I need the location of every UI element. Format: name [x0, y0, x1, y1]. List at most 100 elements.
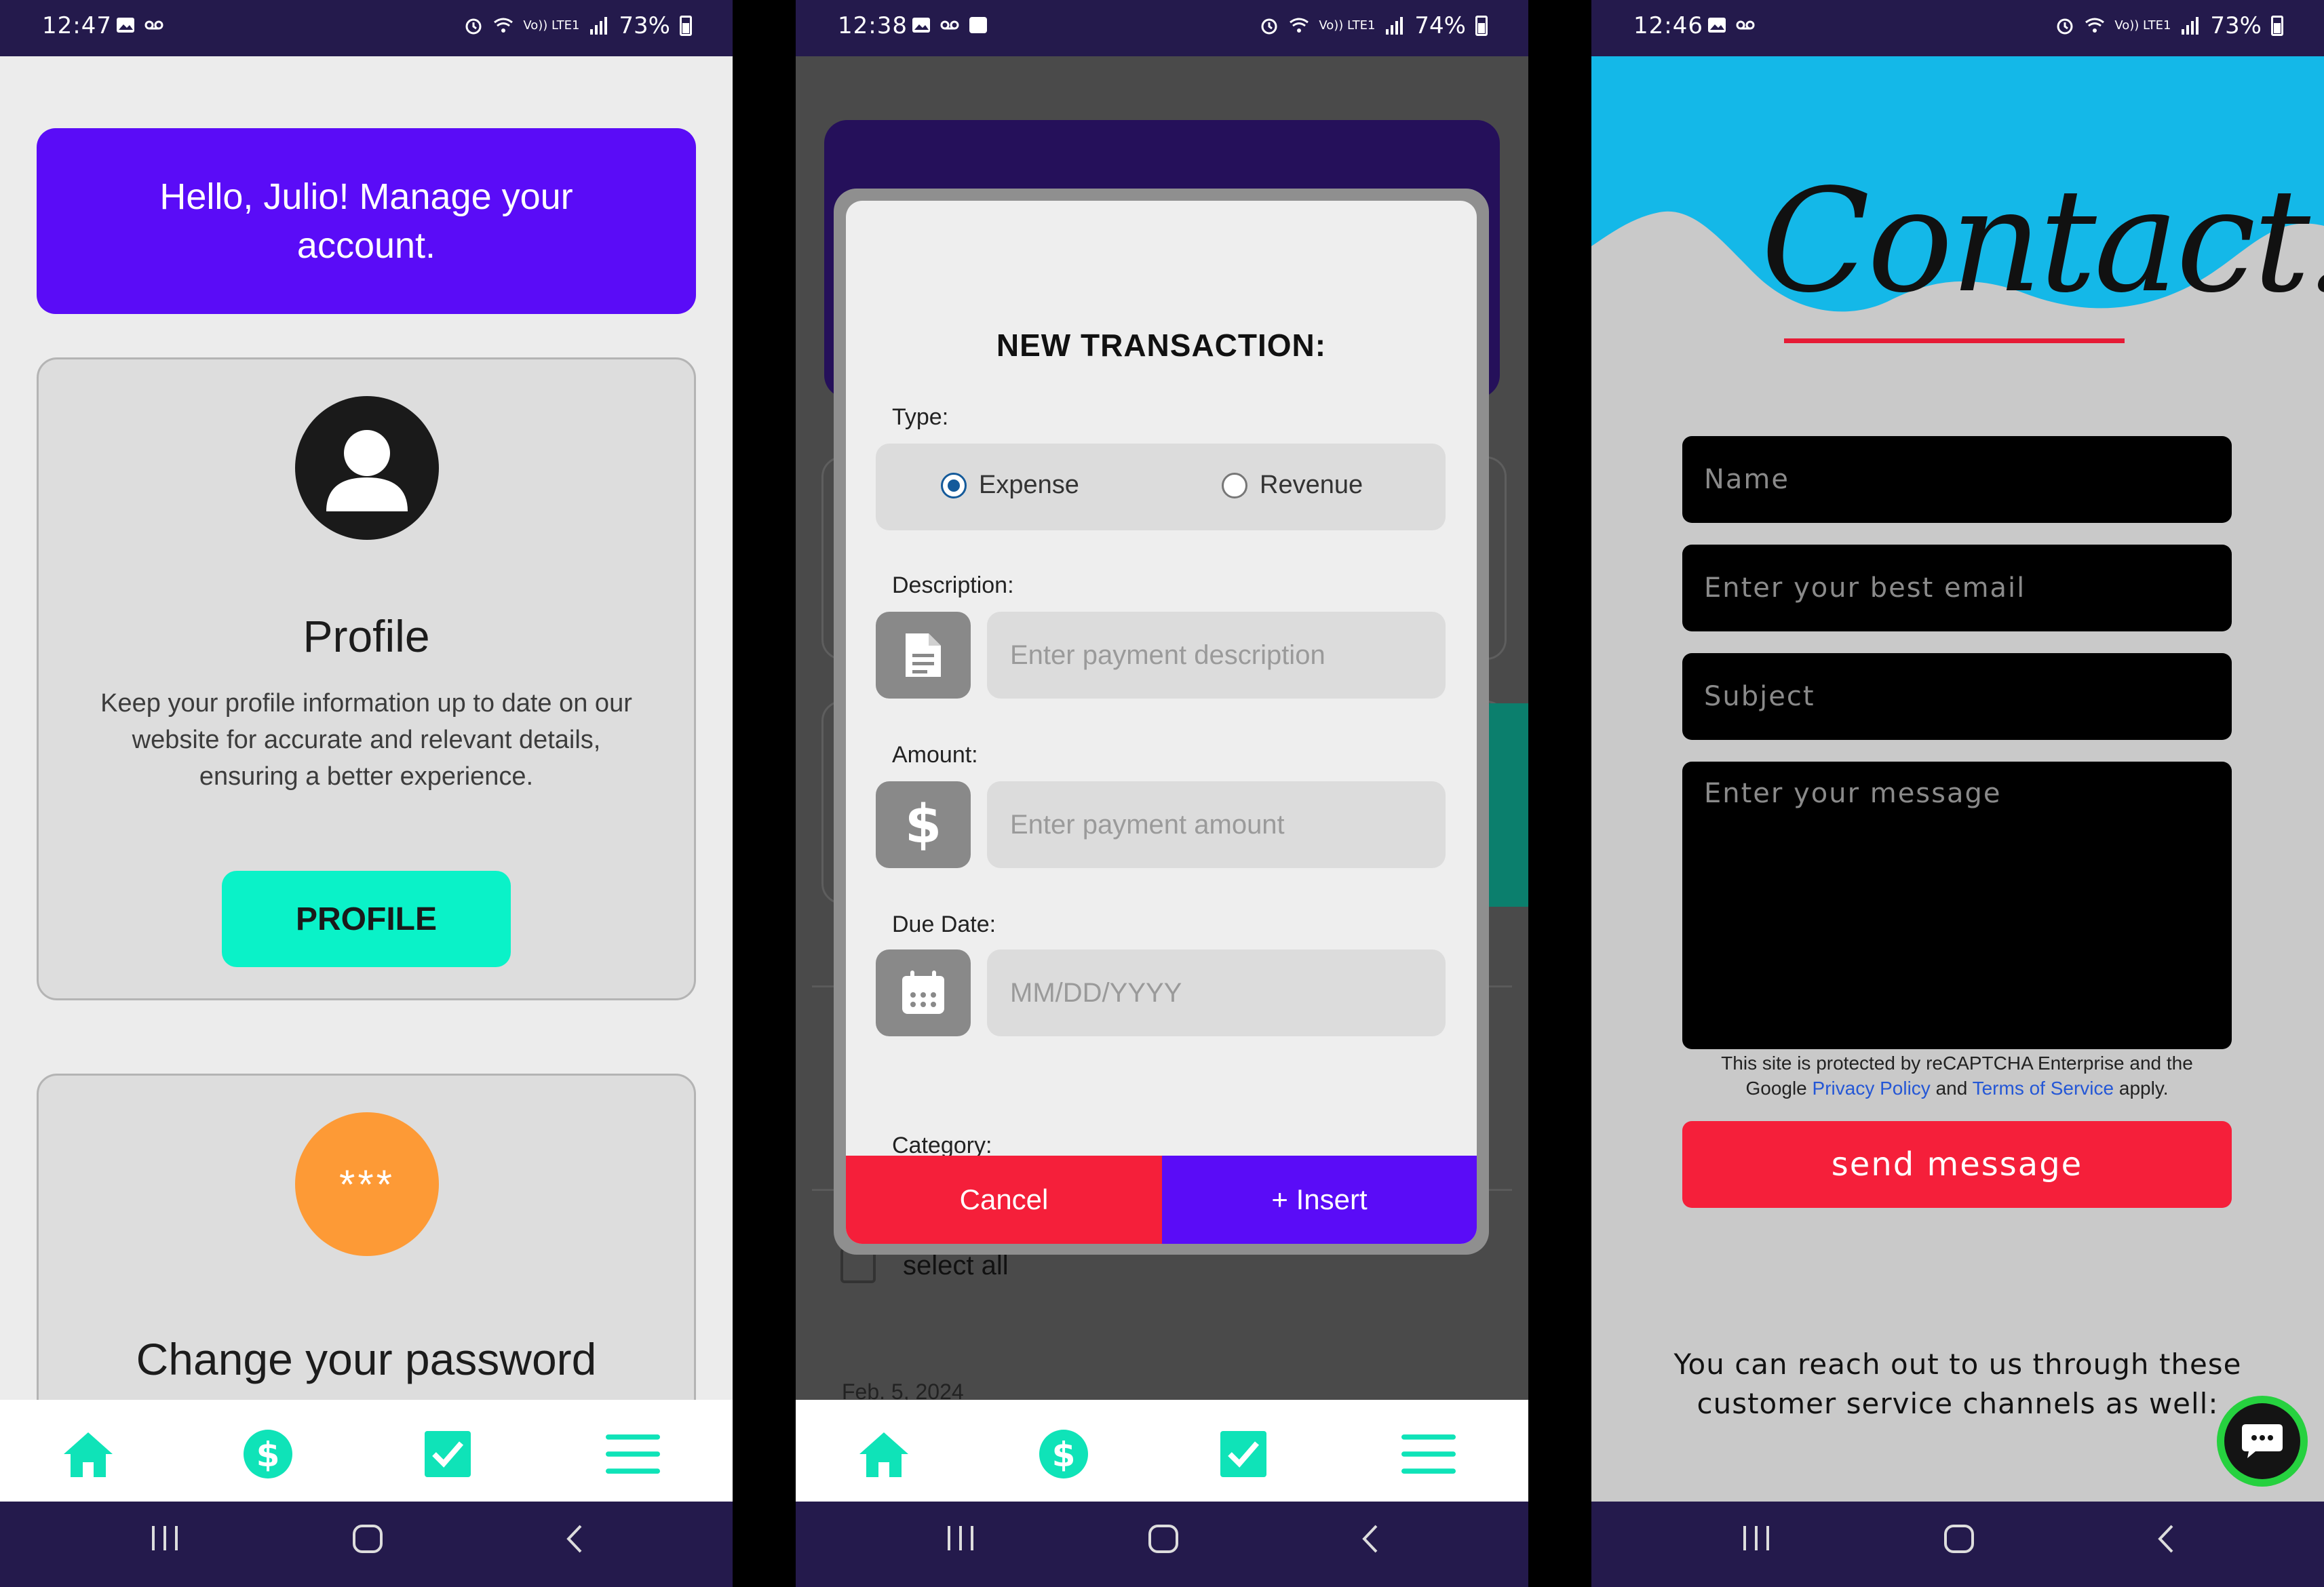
profile-card: Profile Keep your profile information up… [37, 357, 696, 1000]
battery-percent: 73% [2210, 12, 2262, 39]
email-input[interactable] [1682, 545, 2232, 631]
recaptcha-line1: This site is protected by reCAPTCHA Ente… [1721, 1053, 2193, 1074]
tab-finance[interactable]: $ [241, 1427, 295, 1481]
profile-content: Hello, Julio! Manage your account. Profi… [0, 56, 733, 1548]
gallery-icon [117, 18, 134, 33]
recents-icon[interactable] [1741, 1522, 1772, 1553]
status-bar: 12:38 Vo)) LTE1 74% [796, 0, 1528, 56]
status-time: 12:38 [838, 12, 908, 39]
recaptcha-and: and [1935, 1078, 1968, 1099]
status-right: Vo)) LTE1 73% [2055, 12, 2283, 39]
user-icon [295, 396, 439, 540]
due-date-icon-box [876, 949, 971, 1036]
privacy-policy-link[interactable]: Privacy Policy [1813, 1078, 1931, 1099]
tab-tasks[interactable] [1216, 1427, 1271, 1481]
home-nav-icon[interactable] [1147, 1522, 1181, 1556]
radio-revenue-label: Revenue [1260, 471, 1363, 499]
chat-widget-button[interactable] [2217, 1396, 2308, 1487]
svg-text:$: $ [905, 798, 942, 852]
back-icon[interactable] [1356, 1522, 1383, 1556]
radio-expense-dot[interactable] [941, 472, 967, 498]
alarm-icon [2057, 18, 2073, 35]
battery-icon [680, 16, 692, 36]
send-message-button[interactable]: send message [1682, 1121, 2232, 1208]
wifi-icon [1290, 18, 1309, 33]
recaptcha-notice: This site is protected by reCAPTCHA Ente… [1682, 1051, 2232, 1101]
radio-revenue-dot[interactable] [1222, 472, 1247, 498]
alarm-icon [465, 18, 482, 35]
recents-icon[interactable] [945, 1522, 976, 1553]
description-icon-box [876, 612, 971, 699]
voicemail-icon [1736, 20, 1755, 30]
back-icon[interactable] [2152, 1522, 2179, 1556]
insert-button[interactable]: + Insert [1162, 1156, 1477, 1244]
recaptcha-google: Google [1745, 1078, 1807, 1099]
status-bar: 12:46 Vo)) LTE1 73% [1591, 0, 2324, 56]
status-time: 12:47 [42, 12, 112, 39]
description-input[interactable] [987, 612, 1446, 699]
status-notification-icons [115, 15, 164, 35]
home-icon [64, 1432, 113, 1477]
signal-icon [590, 17, 608, 35]
wifi-icon [2085, 18, 2105, 33]
menu-icon [1401, 1434, 1456, 1474]
voicemail-icon [940, 20, 959, 30]
status-right: Vo)) LTE1 73% [463, 12, 692, 39]
status-notification-icons [1707, 15, 1756, 35]
system-nav-bar [0, 1502, 733, 1587]
recaptcha-apply: apply. [2118, 1078, 2169, 1099]
system-nav-bar [796, 1502, 1528, 1587]
tab-home[interactable] [61, 1427, 115, 1481]
bottom-tab-bar: $ [0, 1400, 733, 1502]
gallery-icon [912, 18, 930, 33]
due-date-input[interactable] [987, 949, 1446, 1036]
home-nav-icon[interactable] [1943, 1522, 1977, 1556]
network-type: Vo)) LTE1 [523, 18, 580, 33]
greeting-banner: Hello, Julio! Manage your account. [37, 128, 696, 314]
home-nav-icon[interactable] [351, 1522, 385, 1556]
checkbox-icon [425, 1431, 471, 1477]
title-underline [1784, 338, 2125, 343]
recents-icon[interactable] [149, 1522, 180, 1553]
type-label: Type: [892, 404, 949, 430]
battery-percent: 73% [619, 12, 670, 39]
tab-menu[interactable] [1401, 1427, 1456, 1481]
gallery-icon [1708, 18, 1726, 33]
home-icon [859, 1432, 908, 1477]
profile-button[interactable]: PROFILE [222, 871, 511, 967]
password-title: Change your password [136, 1334, 597, 1384]
status-bar: 12:47 Vo)) LTE1 73% [0, 0, 733, 56]
svg-text:$: $ [1052, 1435, 1076, 1474]
due-date-label: Due Date: [892, 912, 996, 937]
radio-revenue[interactable]: Revenue [1222, 471, 1363, 500]
chat-icon [2224, 1403, 2300, 1479]
radio-expense[interactable]: Expense [941, 471, 1079, 500]
tab-menu[interactable] [606, 1427, 660, 1481]
tab-tasks[interactable] [421, 1427, 475, 1481]
checkbox-icon [1220, 1431, 1266, 1477]
signal-icon [2182, 17, 2199, 35]
contact-screen: 12:46 Vo)) LTE1 73% Contact: This site i… [1591, 0, 2324, 1587]
message-textarea[interactable] [1682, 762, 2232, 1049]
amount-input[interactable] [987, 781, 1446, 868]
cancel-button[interactable]: Cancel [846, 1156, 1162, 1244]
terms-of-service-link[interactable]: Terms of Service [1973, 1078, 2114, 1099]
contact-title: Contact: [1761, 158, 2324, 324]
tab-home[interactable] [857, 1427, 911, 1481]
profile-screen: 12:47 Vo)) LTE1 73% Hello, Julio! Manage… [0, 0, 733, 1587]
dollar-sign-icon: $ [905, 798, 942, 852]
subject-input[interactable] [1682, 653, 2232, 740]
network-type: Vo)) LTE1 [2114, 18, 2171, 33]
back-icon[interactable] [560, 1522, 587, 1556]
contact-content: Contact: This site is protected by reCAP… [1591, 56, 2324, 1587]
description-label: Description: [892, 572, 1014, 598]
menu-icon [606, 1434, 660, 1474]
name-input[interactable] [1682, 436, 2232, 523]
amount-label: Amount: [892, 742, 978, 768]
radio-expense-label: Expense [979, 471, 1079, 499]
battery-percent: 74% [1414, 12, 1466, 39]
tab-finance[interactable]: $ [1037, 1427, 1091, 1481]
dollar-icon: $ [244, 1430, 292, 1478]
reach-out-text: You can reach out to us through these cu… [1673, 1348, 2242, 1420]
profile-description: Keep your profile information up to date… [100, 689, 632, 791]
